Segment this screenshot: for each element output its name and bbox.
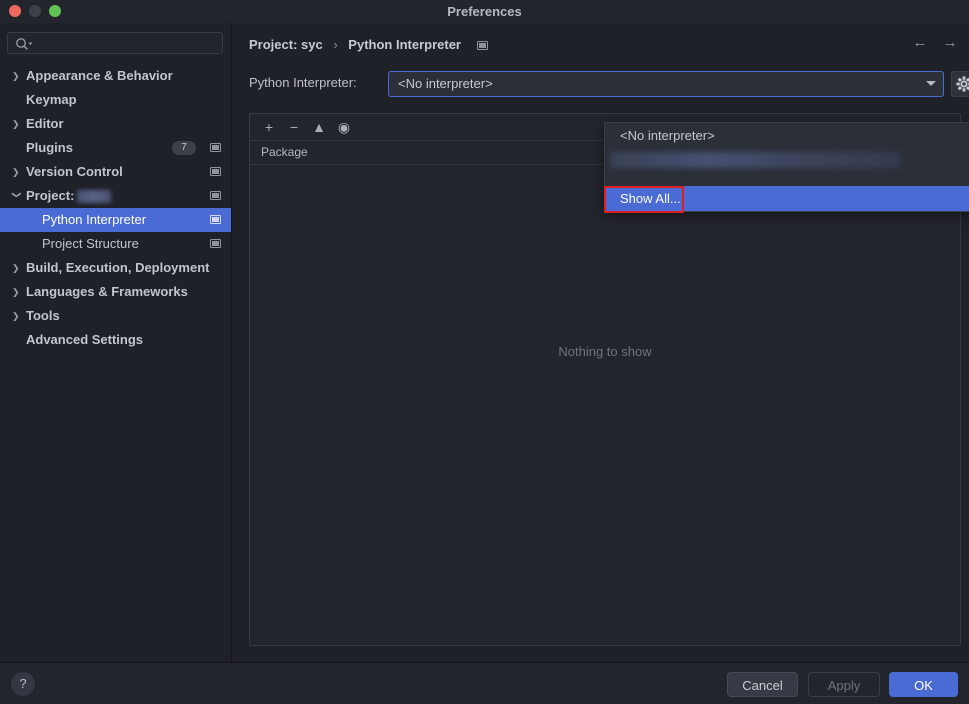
sidebar-item-project[interactable]: ❯ Project: xyxy=(0,184,231,208)
settings-sidebar: ❯ Appearance & Behavior Keymap ❯ Editor Plugi… xyxy=(0,23,232,662)
chevron-right-icon[interactable]: ❯ xyxy=(12,160,22,184)
sidebar-item-languages-frameworks[interactable]: ❯ Languages & Frameworks xyxy=(0,280,231,304)
upgrade-icon[interactable]: ▲ xyxy=(308,117,330,137)
sidebar-item-tools[interactable]: ❯ Tools xyxy=(0,304,231,328)
search-icon xyxy=(15,37,35,51)
gear-icon[interactable] xyxy=(951,71,969,97)
sidebar-item-advanced-settings[interactable]: Advanced Settings xyxy=(0,328,231,352)
ok-button[interactable]: OK xyxy=(889,672,958,697)
sidebar-item-label: Keymap xyxy=(26,92,77,107)
breadcrumb-root[interactable]: Project: syc xyxy=(249,37,323,52)
breadcrumb-current: Python Interpreter xyxy=(348,37,461,52)
interpreter-dropdown-popup: <No interpreter> Show All... xyxy=(604,122,969,212)
sidebar-item-keymap[interactable]: Keymap xyxy=(0,88,231,112)
sidebar-item-label: Python Interpreter xyxy=(42,212,147,227)
chevron-right-icon[interactable]: ❯ xyxy=(12,304,22,328)
chevron-right-icon[interactable]: ❯ xyxy=(12,280,22,304)
packages-empty-message: Nothing to show xyxy=(558,344,652,359)
forward-arrow-icon[interactable]: → xyxy=(941,34,959,52)
python-interpreter-combobox[interactable]: <No interpreter> xyxy=(388,71,944,97)
settings-category-list: ❯ Appearance & Behavior Keymap ❯ Editor Plugi… xyxy=(0,64,231,352)
page-title: Preferences xyxy=(447,4,522,19)
dropdown-item-no-interpreter[interactable]: <No interpreter> xyxy=(605,123,969,148)
redacted-project-name xyxy=(77,190,112,204)
sidebar-item-appearance-behavior[interactable]: ❯ Appearance & Behavior xyxy=(0,64,231,88)
sidebar-item-label: Editor xyxy=(26,116,64,131)
sidebar-item-label: Project Structure xyxy=(42,236,139,251)
chevron-down-icon[interactable] xyxy=(926,81,936,86)
cancel-button[interactable]: Cancel xyxy=(727,672,798,697)
sidebar-item-label: Languages & Frameworks xyxy=(26,284,188,299)
remove-icon[interactable]: − xyxy=(283,117,305,137)
window-title-bar: Preferences xyxy=(0,0,969,24)
chevron-right-icon[interactable]: ❯ xyxy=(12,256,22,280)
project-scope-icon xyxy=(210,239,221,248)
chevron-right-icon[interactable]: ❯ xyxy=(12,112,22,136)
interpreter-row: Python Interpreter: <No interpreter> xyxy=(249,71,969,97)
search-input[interactable] xyxy=(36,33,220,55)
sidebar-item-label: Project: xyxy=(26,184,112,208)
apply-button[interactable]: Apply xyxy=(808,672,880,697)
dropdown-item-redacted[interactable] xyxy=(605,148,969,172)
help-button[interactable]: ? xyxy=(11,672,35,696)
sidebar-item-label: Tools xyxy=(26,308,60,323)
settings-main-pane: Project: syc › Python Interpreter ← → Py… xyxy=(232,23,969,662)
dropdown-item-show-all[interactable]: Show All... xyxy=(605,186,969,211)
sidebar-item-label: Version Control xyxy=(26,164,123,179)
history-navigation: ← → xyxy=(911,34,959,52)
project-scope-icon xyxy=(476,41,488,51)
show-early-releases-icon[interactable]: ◉ xyxy=(333,117,355,137)
sidebar-item-version-control[interactable]: ❯ Version Control xyxy=(0,160,231,184)
breadcrumb: Project: syc › Python Interpreter xyxy=(249,37,488,52)
dialog-footer: ? Cancel Apply OK xyxy=(0,662,969,704)
sidebar-item-label: Appearance & Behavior xyxy=(26,68,173,83)
sidebar-item-editor[interactable]: ❯ Editor xyxy=(0,112,231,136)
status-badge: 7 xyxy=(172,141,196,155)
project-scope-icon xyxy=(210,143,221,152)
project-scope-icon xyxy=(210,215,221,224)
sidebar-item-label: Plugins xyxy=(26,140,73,155)
dropdown-separator xyxy=(605,172,969,186)
project-scope-icon xyxy=(210,191,221,200)
sidebar-item-plugins[interactable]: Plugins 7 xyxy=(0,136,231,160)
sidebar-item-label: Build, Execution, Deployment xyxy=(26,260,210,275)
project-scope-icon xyxy=(210,167,221,176)
interpreter-label: Python Interpreter: xyxy=(249,75,357,90)
sidebar-item-label: Advanced Settings xyxy=(26,332,144,347)
interpreter-selected-value: <No interpreter> xyxy=(398,76,493,91)
chevron-right-icon[interactable]: ❯ xyxy=(12,64,22,88)
back-arrow-icon[interactable]: ← xyxy=(911,34,929,52)
redacted-interpreter-path xyxy=(610,152,900,168)
add-icon[interactable]: + xyxy=(258,117,280,137)
sidebar-search-box[interactable] xyxy=(7,32,223,55)
column-header-package[interactable]: Package xyxy=(261,140,308,164)
sidebar-item-python-interpreter[interactable]: Python Interpreter xyxy=(0,208,231,232)
sidebar-item-project-structure[interactable]: Project Structure xyxy=(0,232,231,256)
breadcrumb-separator: › xyxy=(333,37,338,52)
sidebar-item-build-execution-deployment[interactable]: ❯ Build, Execution, Deployment xyxy=(0,256,231,280)
